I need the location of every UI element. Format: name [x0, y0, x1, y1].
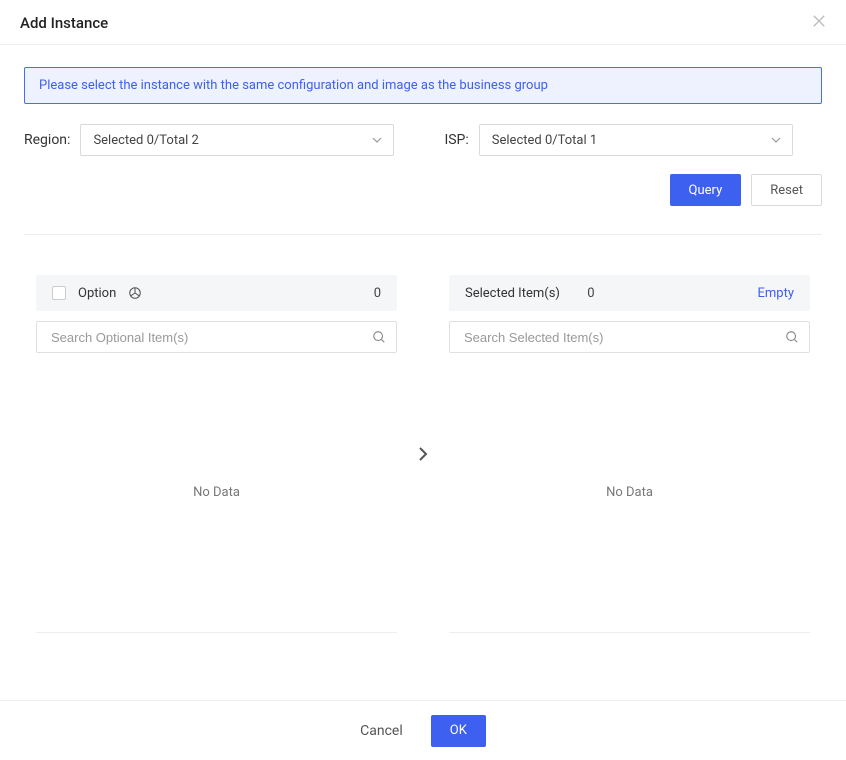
source-title: Option [78, 286, 116, 301]
source-no-data: No Data [193, 485, 240, 500]
modal-footer: Cancel OK [0, 700, 846, 760]
region-select-value: Selected 0/Total 2 [93, 133, 198, 148]
notice-banner: Please select the instance with the same… [24, 67, 822, 104]
transfer-widget: Option 0 No Da [24, 275, 822, 633]
search-icon [372, 330, 386, 344]
ok-button[interactable]: OK [431, 715, 486, 747]
chevron-down-icon [770, 134, 782, 146]
isp-filter: ISP: Selected 0/Total 1 [444, 124, 792, 156]
target-body: No Data [449, 353, 810, 633]
source-count: 0 [374, 286, 381, 301]
reset-button[interactable]: Reset [751, 174, 822, 206]
empty-button[interactable]: Empty [758, 286, 795, 301]
source-search-input[interactable] [49, 329, 362, 346]
select-all-checkbox[interactable] [52, 286, 66, 300]
target-no-data: No Data [606, 485, 653, 500]
isp-select-value: Selected 0/Total 1 [492, 133, 597, 148]
refresh-icon[interactable] [128, 286, 142, 300]
query-button[interactable]: Query [670, 174, 742, 206]
action-row: Query Reset [24, 174, 822, 206]
cancel-button[interactable]: Cancel [360, 723, 403, 739]
target-title: Selected Item(s) [465, 286, 560, 301]
close-icon[interactable] [812, 14, 826, 32]
section-divider [24, 234, 822, 235]
modal-title: Add Instance [20, 14, 108, 32]
modal-body: Please select the instance with the same… [0, 45, 846, 700]
add-instance-modal: Add Instance Please select the instance … [0, 0, 846, 760]
target-search-input[interactable] [462, 329, 775, 346]
source-panel: Option 0 No Da [36, 275, 397, 633]
chevron-right-icon [415, 446, 431, 462]
source-search[interactable] [36, 321, 397, 353]
target-count: 0 [587, 286, 594, 301]
chevron-down-icon [371, 134, 383, 146]
isp-label: ISP: [444, 132, 478, 148]
region-filter: Region: Selected 0/Total 2 [24, 124, 394, 156]
region-label: Region: [24, 132, 80, 148]
target-search[interactable] [449, 321, 810, 353]
target-panel-header: Selected Item(s) 0 Empty [449, 275, 810, 311]
filter-row: Region: Selected 0/Total 2 ISP: Selected… [24, 124, 822, 156]
source-body: No Data [36, 353, 397, 633]
region-select[interactable]: Selected 0/Total 2 [80, 124, 394, 156]
transfer-arrow[interactable] [415, 275, 431, 633]
search-icon [785, 330, 799, 344]
source-panel-header: Option 0 [36, 275, 397, 311]
modal-header: Add Instance [0, 0, 846, 45]
isp-select[interactable]: Selected 0/Total 1 [479, 124, 793, 156]
target-panel: Selected Item(s) 0 Empty No Data [449, 275, 810, 633]
